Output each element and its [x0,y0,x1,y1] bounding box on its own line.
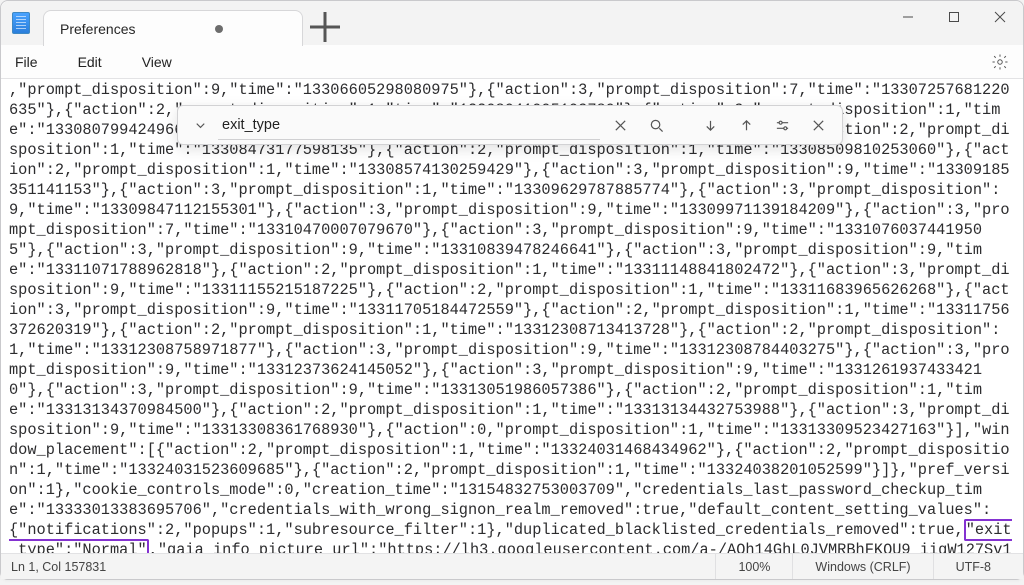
body-post: ,"gaia_info_picture_url":"https://lh3.go… [9,541,1012,553]
find-input[interactable] [218,111,600,140]
document-tab[interactable]: Preferences [43,10,303,46]
find-bar [177,105,843,145]
close-button[interactable] [977,1,1023,33]
status-position[interactable]: Ln 1, Col 157831 [11,560,715,574]
text-content[interactable]: ,"prompt_disposition":9,"time":"13306605… [1,79,1023,553]
find-options-icon[interactable] [766,109,798,141]
menu-file[interactable]: File [9,48,56,76]
status-encoding[interactable]: UTF-8 [933,554,1013,579]
search-icon[interactable] [640,109,672,141]
status-zoom[interactable]: 100% [715,554,792,579]
body-pre: ,"prompt_disposition":9,"time":"13306605… [9,81,1010,539]
menu-view[interactable]: View [136,48,190,76]
minimize-button[interactable] [885,1,931,33]
tab-title: Preferences [60,21,135,37]
status-eol[interactable]: Windows (CRLF) [792,554,932,579]
modified-indicator-icon [215,25,223,33]
expand-find-icon[interactable] [186,109,214,141]
menu-edit[interactable]: Edit [72,48,120,76]
settings-button[interactable] [985,47,1015,77]
find-next-icon[interactable] [694,109,726,141]
new-tab-button[interactable] [305,9,345,45]
find-prev-icon[interactable] [730,109,762,141]
status-bar: Ln 1, Col 157831 100% Windows (CRLF) UTF… [1,553,1023,579]
maximize-button[interactable] [931,1,977,33]
clear-find-icon[interactable] [604,109,636,141]
titlebar: Preferences [1,1,1023,45]
menu-bar: File Edit View [1,45,1023,79]
close-find-icon[interactable] [802,109,834,141]
app-icon [1,1,41,45]
editor-window: Preferences File Edit View ,"prompt_disp… [0,0,1024,580]
